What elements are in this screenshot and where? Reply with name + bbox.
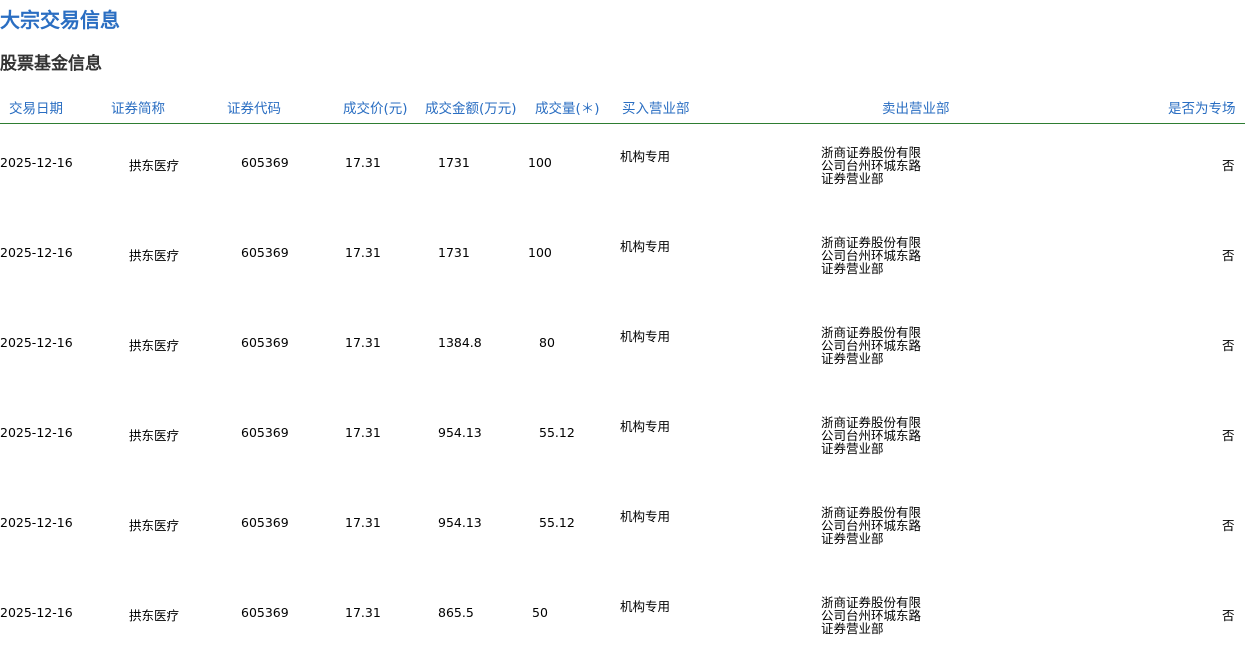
cell-trade-date: 2025-12-16 — [0, 515, 73, 530]
header-security-name[interactable]: 证券简称 — [111, 97, 165, 117]
cell-security-code[interactable]: 605369 — [241, 425, 289, 440]
header-special-session[interactable]: 是否为专场 — [1168, 97, 1236, 117]
table-row: 2025-12-16 拱东医疗 605369 17.31 954.13 55.1… — [0, 484, 1245, 574]
cell-security-code[interactable]: 605369 — [241, 155, 289, 170]
cell-seller-branch: 浙商证券股份有限公司台州环城东路证券营业部 — [821, 415, 922, 456]
cell-special-session: 否 — [1222, 158, 1235, 173]
cell-special-session: 否 — [1222, 608, 1235, 623]
cell-security-name[interactable]: 拱东医疗 — [129, 605, 179, 624]
cell-seller-branch: 浙商证券股份有限公司台州环城东路证券营业部 — [821, 325, 922, 366]
cell-security-code[interactable]: 605369 — [241, 515, 289, 530]
cell-buyer-branch: 机构专用 — [620, 419, 671, 434]
cell-price: 17.31 — [345, 425, 381, 440]
cell-seller-branch: 浙商证券股份有限公司台州环城东路证券营业部 — [821, 505, 922, 546]
cell-security-code[interactable]: 605369 — [241, 605, 289, 620]
header-buyer-branch[interactable]: 买入营业部 — [622, 97, 690, 117]
cell-special-session: 否 — [1222, 338, 1235, 353]
section-title: 股票基金信息 — [0, 54, 102, 74]
header-trade-date[interactable]: 交易日期 — [9, 97, 63, 117]
cell-volume: 100 — [528, 155, 552, 170]
cell-price: 17.31 — [345, 245, 381, 260]
cell-price: 17.31 — [345, 335, 381, 350]
cell-special-session: 否 — [1222, 518, 1235, 533]
cell-special-session: 否 — [1222, 428, 1235, 443]
table-row: 2025-12-16 拱东医疗 605369 17.31 1731 100 机构… — [0, 124, 1245, 214]
cell-buyer-branch: 机构专用 — [620, 509, 671, 524]
header-price[interactable]: 成交价(元) — [343, 97, 408, 117]
header-amount[interactable]: 成交金额(万元) — [425, 97, 517, 117]
table-row: 2025-12-16 拱东医疗 605369 17.31 865.5 50 机构… — [0, 574, 1245, 664]
cell-price: 17.31 — [345, 515, 381, 530]
cell-buyer-branch: 机构专用 — [620, 599, 671, 614]
cell-security-code[interactable]: 605369 — [241, 245, 289, 260]
cell-volume: 55.12 — [539, 425, 575, 440]
cell-security-name[interactable]: 拱东医疗 — [129, 155, 179, 174]
cell-volume: 55.12 — [539, 515, 575, 530]
table-body: 2025-12-16 拱东医疗 605369 17.31 1731 100 机构… — [0, 124, 1245, 664]
cell-buyer-branch: 机构专用 — [620, 149, 671, 164]
cell-security-name[interactable]: 拱东医疗 — [129, 515, 179, 534]
cell-price: 17.31 — [345, 605, 381, 620]
cell-security-code[interactable]: 605369 — [241, 335, 289, 350]
cell-price: 17.31 — [345, 155, 381, 170]
cell-amount: 954.13 — [438, 515, 482, 530]
cell-amount: 954.13 — [438, 425, 482, 440]
cell-seller-branch: 浙商证券股份有限公司台州环城东路证券营业部 — [821, 145, 922, 186]
table-header: 交易日期 证券简称 证券代码 成交价(元) 成交金额(万元) 成交量(＊) 买入… — [0, 93, 1245, 124]
cell-trade-date: 2025-12-16 — [0, 425, 73, 440]
cell-amount: 865.5 — [438, 605, 474, 620]
cell-trade-date: 2025-12-16 — [0, 335, 73, 350]
cell-special-session: 否 — [1222, 248, 1235, 263]
block-trade-table: 交易日期 证券简称 证券代码 成交价(元) 成交金额(万元) 成交量(＊) 买入… — [0, 93, 1245, 664]
cell-amount: 1731 — [438, 155, 470, 170]
table-row: 2025-12-16 拱东医疗 605369 17.31 1731 100 机构… — [0, 214, 1245, 304]
cell-trade-date: 2025-12-16 — [0, 605, 73, 620]
header-seller-branch[interactable]: 卖出营业部 — [882, 97, 950, 117]
cell-seller-branch: 浙商证券股份有限公司台州环城东路证券营业部 — [821, 235, 922, 276]
header-security-code[interactable]: 证券代码 — [227, 97, 281, 117]
cell-trade-date: 2025-12-16 — [0, 155, 73, 170]
cell-security-name[interactable]: 拱东医疗 — [129, 425, 179, 444]
cell-seller-branch: 浙商证券股份有限公司台州环城东路证券营业部 — [821, 595, 922, 636]
table-row: 2025-12-16 拱东医疗 605369 17.31 954.13 55.1… — [0, 394, 1245, 484]
cell-amount: 1731 — [438, 245, 470, 260]
cell-security-name[interactable]: 拱东医疗 — [129, 245, 179, 264]
cell-buyer-branch: 机构专用 — [620, 239, 671, 254]
page-title: 大宗交易信息 — [0, 8, 120, 32]
cell-buyer-branch: 机构专用 — [620, 329, 671, 344]
cell-amount: 1384.8 — [438, 335, 482, 350]
cell-security-name[interactable]: 拱东医疗 — [129, 335, 179, 354]
table-row: 2025-12-16 拱东医疗 605369 17.31 1384.8 80 机… — [0, 304, 1245, 394]
cell-volume: 50 — [532, 605, 548, 620]
cell-volume: 80 — [539, 335, 555, 350]
cell-trade-date: 2025-12-16 — [0, 245, 73, 260]
cell-volume: 100 — [528, 245, 552, 260]
header-volume[interactable]: 成交量(＊) — [535, 97, 600, 117]
